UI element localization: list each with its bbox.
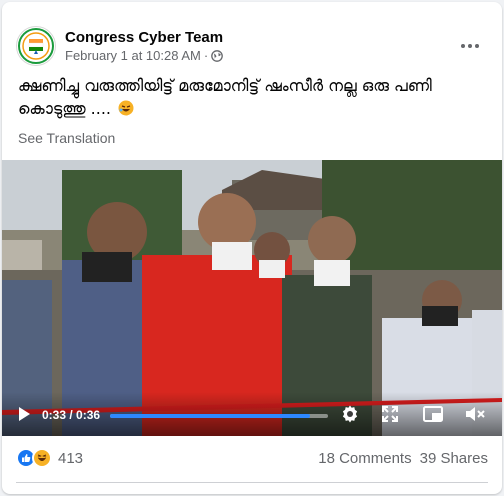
settings-icon[interactable] <box>340 404 360 429</box>
more-options-button[interactable] <box>452 34 488 58</box>
post-text: ക്ഷണിച്ചു വരുത്തിയിട്ട് മരുമോനിട്ട് ഷംസീ… <box>18 76 432 118</box>
picture-in-picture-icon[interactable] <box>422 404 444 429</box>
engagement-bar: 413 18 Comments 39 Shares <box>16 448 488 468</box>
progress-fill <box>110 414 310 418</box>
comments-count-link[interactable]: 18 Comments <box>318 450 411 467</box>
post-header: Congress Cyber Team February 1 at 10:28 … <box>16 26 223 66</box>
time-readout: 0:33 / 0:36 <box>42 408 101 422</box>
congress-logo-icon <box>18 28 54 64</box>
post-timestamp[interactable]: February 1 at 10:28 AM <box>65 47 201 64</box>
globe-icon <box>211 49 224 62</box>
avatar[interactable] <box>16 26 56 66</box>
separator-dot: · <box>203 48 209 63</box>
engagement-stats: 18 Comments 39 Shares <box>318 450 488 467</box>
see-translation-link[interactable]: See Translation <box>18 130 115 146</box>
haha-icon <box>32 448 52 468</box>
more-dot <box>468 44 472 48</box>
post-time-row: February 1 at 10:28 AM · <box>65 47 224 64</box>
post-card: Congress Cyber Team February 1 at 10:28 … <box>2 2 502 494</box>
post-meta: Congress Cyber Team February 1 at 10:28 … <box>65 28 223 64</box>
video-player[interactable]: 0:33 / 0:36 <box>2 160 502 436</box>
reaction-count: 413 <box>58 449 84 467</box>
expand-icon[interactable] <box>380 404 400 429</box>
progress-bar[interactable] <box>110 414 328 418</box>
page-name[interactable]: Congress Cyber Team <box>65 28 223 47</box>
shares-count-link[interactable]: 39 Shares <box>420 450 488 467</box>
mute-icon[interactable] <box>464 404 486 429</box>
post-text-block: ക്ഷണിച്ചു വരുത്തിയിട്ട് മരുമോനിട്ട് ഷംസീ… <box>18 74 486 122</box>
divider <box>16 482 488 483</box>
reactions-summary[interactable]: 413 <box>16 448 83 468</box>
more-dot <box>461 44 465 48</box>
rofl-emoji-icon <box>118 99 134 122</box>
more-dot <box>475 44 479 48</box>
play-icon[interactable] <box>16 406 32 427</box>
video-controls: 0:33 / 0:36 <box>2 392 502 436</box>
